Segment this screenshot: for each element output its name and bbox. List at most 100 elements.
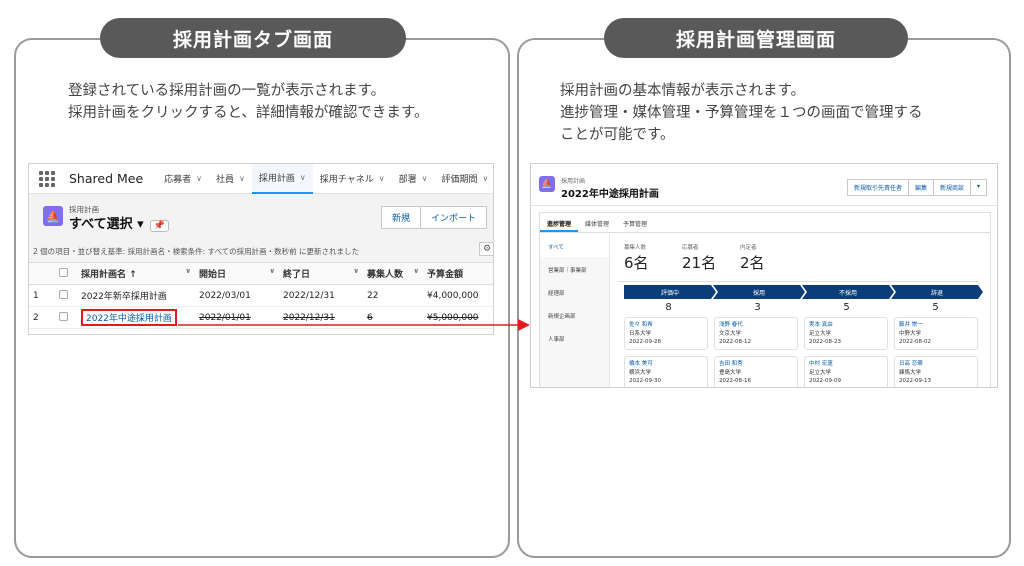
department-sidebar: すべて 営業部｜事業部 経理部 新規企画部 人事部	[540, 234, 610, 387]
chevron-down-icon[interactable]: ∨	[185, 267, 191, 275]
more-actions-chevron-icon[interactable]: ▾	[971, 179, 988, 196]
applicant-cards: 佐々 和希 日系大学 2022-09-28 浅野 春代 文京大学 2022-08-12 …	[624, 317, 980, 387]
column-header-label: 開始日	[199, 270, 227, 280]
applicant-name[interactable]: 佐々 和希	[629, 321, 703, 330]
nav-item-hiring-plans[interactable]: 採用計画 ∨	[251, 164, 313, 194]
start-date: 2022/03/01	[195, 284, 279, 307]
column-header-label: 予算金額	[427, 270, 464, 280]
applicant-card[interactable]: 吉田 和秀 豊島大学 2022-08-16	[714, 356, 798, 387]
new-contact-button[interactable]: 新規取引先責任者	[847, 179, 910, 196]
applicant-date: 2022-09-28	[629, 339, 661, 345]
nav-item-label: 応募者	[164, 175, 192, 185]
stage-count: 5	[932, 302, 939, 313]
list-view-header: ⛵ 採用計画 すべて選択 ▾ 📌 新規 インポート	[29, 194, 493, 240]
stage-hired[interactable]: 採用	[713, 285, 805, 299]
applicant-name[interactable]: 藤井 崇一	[899, 321, 973, 330]
applicant-card[interactable]: 実本 真由 足立大学 2022-08-23	[804, 317, 888, 350]
plan-name-link[interactable]: 2022年新卒採用計画	[77, 284, 195, 307]
applicant-date: 2022-08-16	[719, 378, 751, 384]
sidebar-item-planning[interactable]: 新規企画部	[540, 303, 609, 326]
row-checkbox[interactable]	[59, 311, 68, 321]
applicant-card[interactable]: 橋本 美可 横浜大学 2022-09-30	[624, 356, 708, 387]
nav-item-label: 部署	[398, 175, 417, 185]
nav-item-channels[interactable]: 採用チャネル ∨	[313, 164, 392, 194]
list-view-title: すべて選択	[69, 217, 133, 232]
new-button[interactable]: 新規	[381, 206, 422, 229]
gear-icon[interactable]: ⚙	[479, 242, 493, 256]
caret-down-icon: ▾	[137, 217, 144, 232]
chevron-down-icon[interactable]: ∨	[269, 267, 275, 275]
applicant-card[interactable]: 中村 宏蓮 足立大学 2022-09-09	[804, 356, 888, 387]
row-checkbox[interactable]	[59, 289, 68, 299]
nav-item-evaluation-periods[interactable]: 評価期間 ∨	[434, 164, 493, 194]
stage-rejected[interactable]: 不採用	[802, 285, 894, 299]
tab-progress[interactable]: 進捗管理	[540, 213, 579, 232]
chevron-down-icon: ∨	[378, 174, 385, 183]
column-header-headcount[interactable]: 募集人数 ∨	[363, 262, 423, 285]
hiring-plan-object-icon: ⛵	[539, 176, 555, 192]
applicant-name[interactable]: 中村 宏蓮	[809, 360, 883, 369]
column-header-label: 採用計画名 ↑	[81, 270, 137, 280]
column-header-name[interactable]: 採用計画名 ↑ ∨	[77, 262, 195, 285]
nav-item-employees[interactable]: 社員 ∨	[209, 164, 252, 194]
column-header-end[interactable]: 終了日 ∨	[279, 262, 363, 285]
applicant-school: 日系大学	[629, 330, 652, 337]
applicant-card[interactable]: 藤井 崇一 中野大学 2022-08-02	[894, 317, 978, 350]
table-header-row: 採用計画名 ↑ ∨ 開始日 ∨ 終了日 ∨ 募集人数 ∨ 予算金額	[29, 262, 493, 285]
navigation-arrow-icon	[178, 319, 530, 331]
sidebar-item-sales[interactable]: 営業部｜事業部	[540, 257, 609, 280]
sidebar-item-all[interactable]: すべて	[540, 234, 609, 257]
row-select[interactable]	[55, 284, 77, 307]
select-all-header[interactable]	[55, 262, 77, 285]
stage-declined[interactable]: 辞退	[891, 285, 983, 299]
record-header: ⛵ 採用計画 2022年中途採用計画 新規取引先責任者 編集 新規商談 ▾	[531, 164, 997, 206]
stage-count: 3	[754, 302, 761, 313]
applicant-card[interactable]: 日高 恋華 練馬大学 2022-09-13	[894, 356, 978, 387]
nav-item-applicants[interactable]: 応募者 ∨	[157, 164, 209, 194]
applicant-card[interactable]: 浅野 春代 文京大学 2022-08-12	[714, 317, 798, 350]
sidebar-item-accounting[interactable]: 経理部	[540, 280, 609, 303]
applicant-date: 2022-08-23	[809, 339, 841, 345]
applicant-date: 2022-09-13	[899, 378, 931, 384]
nav-item-departments[interactable]: 部署 ∨	[392, 164, 435, 194]
applicant-name[interactable]: 橋本 美可	[629, 360, 703, 369]
row-select[interactable]	[55, 306, 77, 329]
plan-name-link-highlighted[interactable]: 2022年中途採用計画	[81, 309, 177, 326]
left-description: 登録されている採用計画の一覧が表示されます。 採用計画をクリックすると、詳細情報…	[68, 80, 428, 124]
app-launcher-icon[interactable]	[39, 170, 55, 187]
applicant-name[interactable]: 吉田 和秀	[719, 360, 793, 369]
stat-openings: 募集人数 6名	[624, 243, 682, 273]
applicant-school: 中野大学	[899, 330, 922, 337]
chevron-down-icon[interactable]: ∨	[413, 267, 419, 275]
right-panel-title: 採用計画管理画面	[604, 18, 908, 58]
column-header-start[interactable]: 開始日 ∨	[195, 262, 279, 285]
import-button[interactable]: インポート	[421, 206, 488, 229]
stat-label: 応募者	[682, 245, 699, 251]
nav-item-label: 社員	[216, 175, 235, 185]
applicant-name[interactable]: 浅野 春代	[719, 321, 793, 330]
list-actions: 新規 インポート	[381, 206, 488, 229]
tab-budget[interactable]: 予算管理	[616, 213, 654, 232]
chevron-down-icon[interactable]: ∨	[353, 267, 359, 275]
tab-media[interactable]: 媒体管理	[578, 213, 616, 232]
left-panel-title: 採用計画タブ画面	[100, 18, 406, 58]
pin-icon[interactable]: 📌	[149, 220, 169, 232]
applicant-date: 2022-08-02	[899, 339, 931, 345]
end-date: 2022/12/31	[279, 284, 363, 307]
column-header-budget[interactable]: 予算金額	[423, 262, 493, 285]
list-meta: 2 個の項目・並び替え基準: 採用計画名・検索条件: すべての採用計画・数秒前 …	[29, 240, 493, 262]
select-all-checkbox[interactable]	[59, 267, 68, 277]
stage-path: 評価中 採用 不採用 辞退	[624, 285, 980, 299]
edit-button[interactable]: 編集	[909, 179, 935, 196]
stage-evaluating[interactable]: 評価中	[624, 285, 716, 299]
applicant-card[interactable]: 佐々 和希 日系大学 2022-09-28	[624, 317, 708, 350]
applicant-name[interactable]: 実本 真由	[809, 321, 883, 330]
applicant-school: 足立大学	[809, 369, 832, 376]
list-view-selector[interactable]: すべて選択 ▾ 📌	[69, 213, 169, 232]
stage-counts: 8 3 5 5	[624, 302, 980, 313]
applicant-name[interactable]: 日高 恋華	[899, 360, 973, 369]
stat-label: 募集人数	[624, 245, 647, 251]
new-opportunity-button[interactable]: 新規商談	[934, 179, 972, 196]
applicant-school: 文京大学	[719, 330, 742, 337]
sidebar-item-hr[interactable]: 人事部	[540, 326, 609, 349]
